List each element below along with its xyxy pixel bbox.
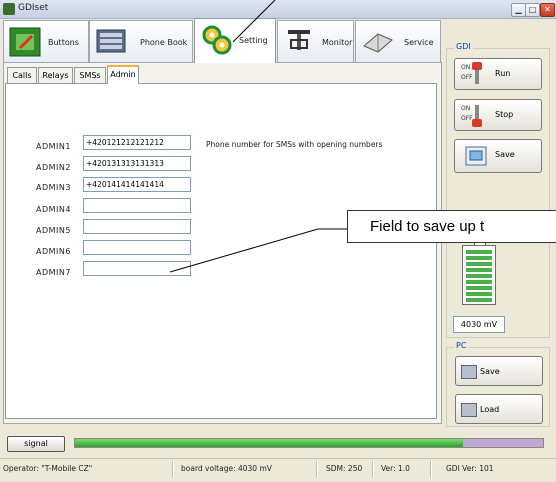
callout-box: Field to save up t — [347, 210, 556, 243]
callout-line-top — [232, 0, 276, 43]
callout-line-admin — [169, 228, 319, 273]
